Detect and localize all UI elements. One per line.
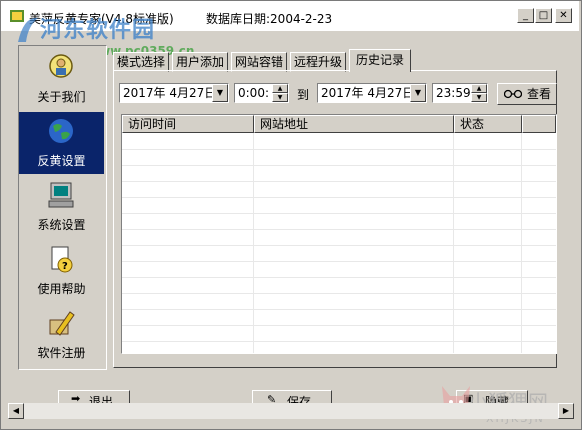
grid-line xyxy=(122,245,556,246)
start-date-picker[interactable]: 2017年 4月27日 ▼ xyxy=(119,83,229,103)
sidebar-item-label: 反黄设置 xyxy=(37,154,86,168)
tab-history[interactable]: 历史记录 xyxy=(349,49,412,72)
spin-down-icon[interactable]: ▼ xyxy=(471,93,487,102)
grid-line xyxy=(122,277,556,278)
to-label: 到 xyxy=(297,88,310,102)
maximize-button[interactable]: □ xyxy=(535,8,552,23)
grid-line xyxy=(122,181,556,182)
close-button[interactable]: ✕ xyxy=(555,8,572,23)
svg-text:?: ? xyxy=(62,261,68,272)
exit-button[interactable]: ➡ 退出 xyxy=(58,390,130,404)
watermark-text: 河东软件园 xyxy=(40,18,156,43)
help-document-icon: ? xyxy=(51,246,73,273)
sidebar-item-register[interactable]: 软件注册 xyxy=(19,304,104,366)
end-date-picker[interactable]: 2017年 4月27日 ▼ xyxy=(317,83,427,103)
end-time-value: 23:59: xyxy=(436,86,475,100)
scroll-left-icon[interactable]: ◀ xyxy=(8,403,24,419)
column-header-status[interactable]: 状态 xyxy=(454,115,522,133)
spin-down-icon[interactable]: ▼ xyxy=(272,93,288,102)
start-date-value: 2017年 4月27日 xyxy=(123,86,217,100)
scroll-right-icon[interactable]: ▶ xyxy=(558,403,574,419)
grid-line xyxy=(122,261,556,262)
column-divider xyxy=(453,133,454,353)
database-date: 数据库日期:2004-2-23 xyxy=(206,12,333,26)
sidebar-item-label: 使用帮助 xyxy=(37,282,86,296)
column-divider xyxy=(253,133,254,353)
tab-mode-select[interactable]: 模式选择 xyxy=(113,52,170,72)
history-table[interactable]: 访问时间 网站地址 状态 xyxy=(121,114,557,354)
view-button[interactable]: 查看 xyxy=(497,83,557,105)
globe-icon xyxy=(49,119,73,143)
tab-user-add[interactable]: 用户添加 xyxy=(172,52,229,72)
column-header-site-address[interactable]: 网站地址 xyxy=(254,115,454,133)
register-pencil-icon xyxy=(49,311,75,336)
info-person-icon xyxy=(49,54,73,78)
watermark-logo-icon xyxy=(18,17,38,42)
minimize-button[interactable]: _ xyxy=(517,8,534,23)
sidebar-item-system-settings[interactable]: 系统设置 xyxy=(19,176,104,238)
end-time-spinner[interactable]: 23:59: ▲ ▼ xyxy=(432,83,488,103)
spin-up-icon[interactable]: ▲ xyxy=(471,84,487,93)
grid-line xyxy=(122,325,556,326)
sidebar-item-label: 系统设置 xyxy=(37,218,86,232)
sidebar-item-help[interactable]: ? 使用帮助 xyxy=(19,240,104,302)
grid-line xyxy=(122,149,556,150)
end-date-value: 2017年 4月27日 xyxy=(321,86,415,100)
grid-line xyxy=(122,229,556,230)
column-divider xyxy=(521,133,522,353)
grid-line xyxy=(122,197,556,198)
sidebar-item-about[interactable]: 关于我们 xyxy=(19,48,104,110)
view-button-label: 查看 xyxy=(527,87,552,101)
sidebar-item-label: 软件注册 xyxy=(37,346,86,360)
grid-line xyxy=(122,341,556,342)
sidebar: 关于我们 反黄设置 系统设置 ? 使用帮助 软件注册 xyxy=(18,45,107,370)
glasses-icon xyxy=(504,89,522,99)
chevron-down-icon[interactable]: ▼ xyxy=(410,84,426,102)
spin-up-icon[interactable]: ▲ xyxy=(272,84,288,93)
chevron-down-icon[interactable]: ▼ xyxy=(212,84,228,102)
tab-site-tolerance[interactable]: 网站容错 xyxy=(231,52,288,72)
sidebar-item-filter-settings[interactable]: 反黄设置 xyxy=(19,112,104,174)
tab-remote-upgrade[interactable]: 远程升级 xyxy=(290,52,347,72)
computer-icon xyxy=(48,182,74,208)
grid-line xyxy=(122,165,556,166)
grid-line xyxy=(122,293,556,294)
save-button[interactable]: ✎ 保存 xyxy=(252,390,332,404)
sidebar-item-label: 关于我们 xyxy=(37,90,86,104)
start-time-spinner[interactable]: 0:00: ▲ ▼ xyxy=(234,83,289,103)
grid-line xyxy=(122,309,556,310)
horizontal-scrollbar[interactable]: ◀ ▶ xyxy=(8,403,574,419)
start-time-value: 0:00: xyxy=(238,86,269,100)
column-header-visit-time[interactable]: 访问时间 xyxy=(122,115,254,133)
grid-line xyxy=(122,213,556,214)
column-header-filler xyxy=(522,115,556,133)
